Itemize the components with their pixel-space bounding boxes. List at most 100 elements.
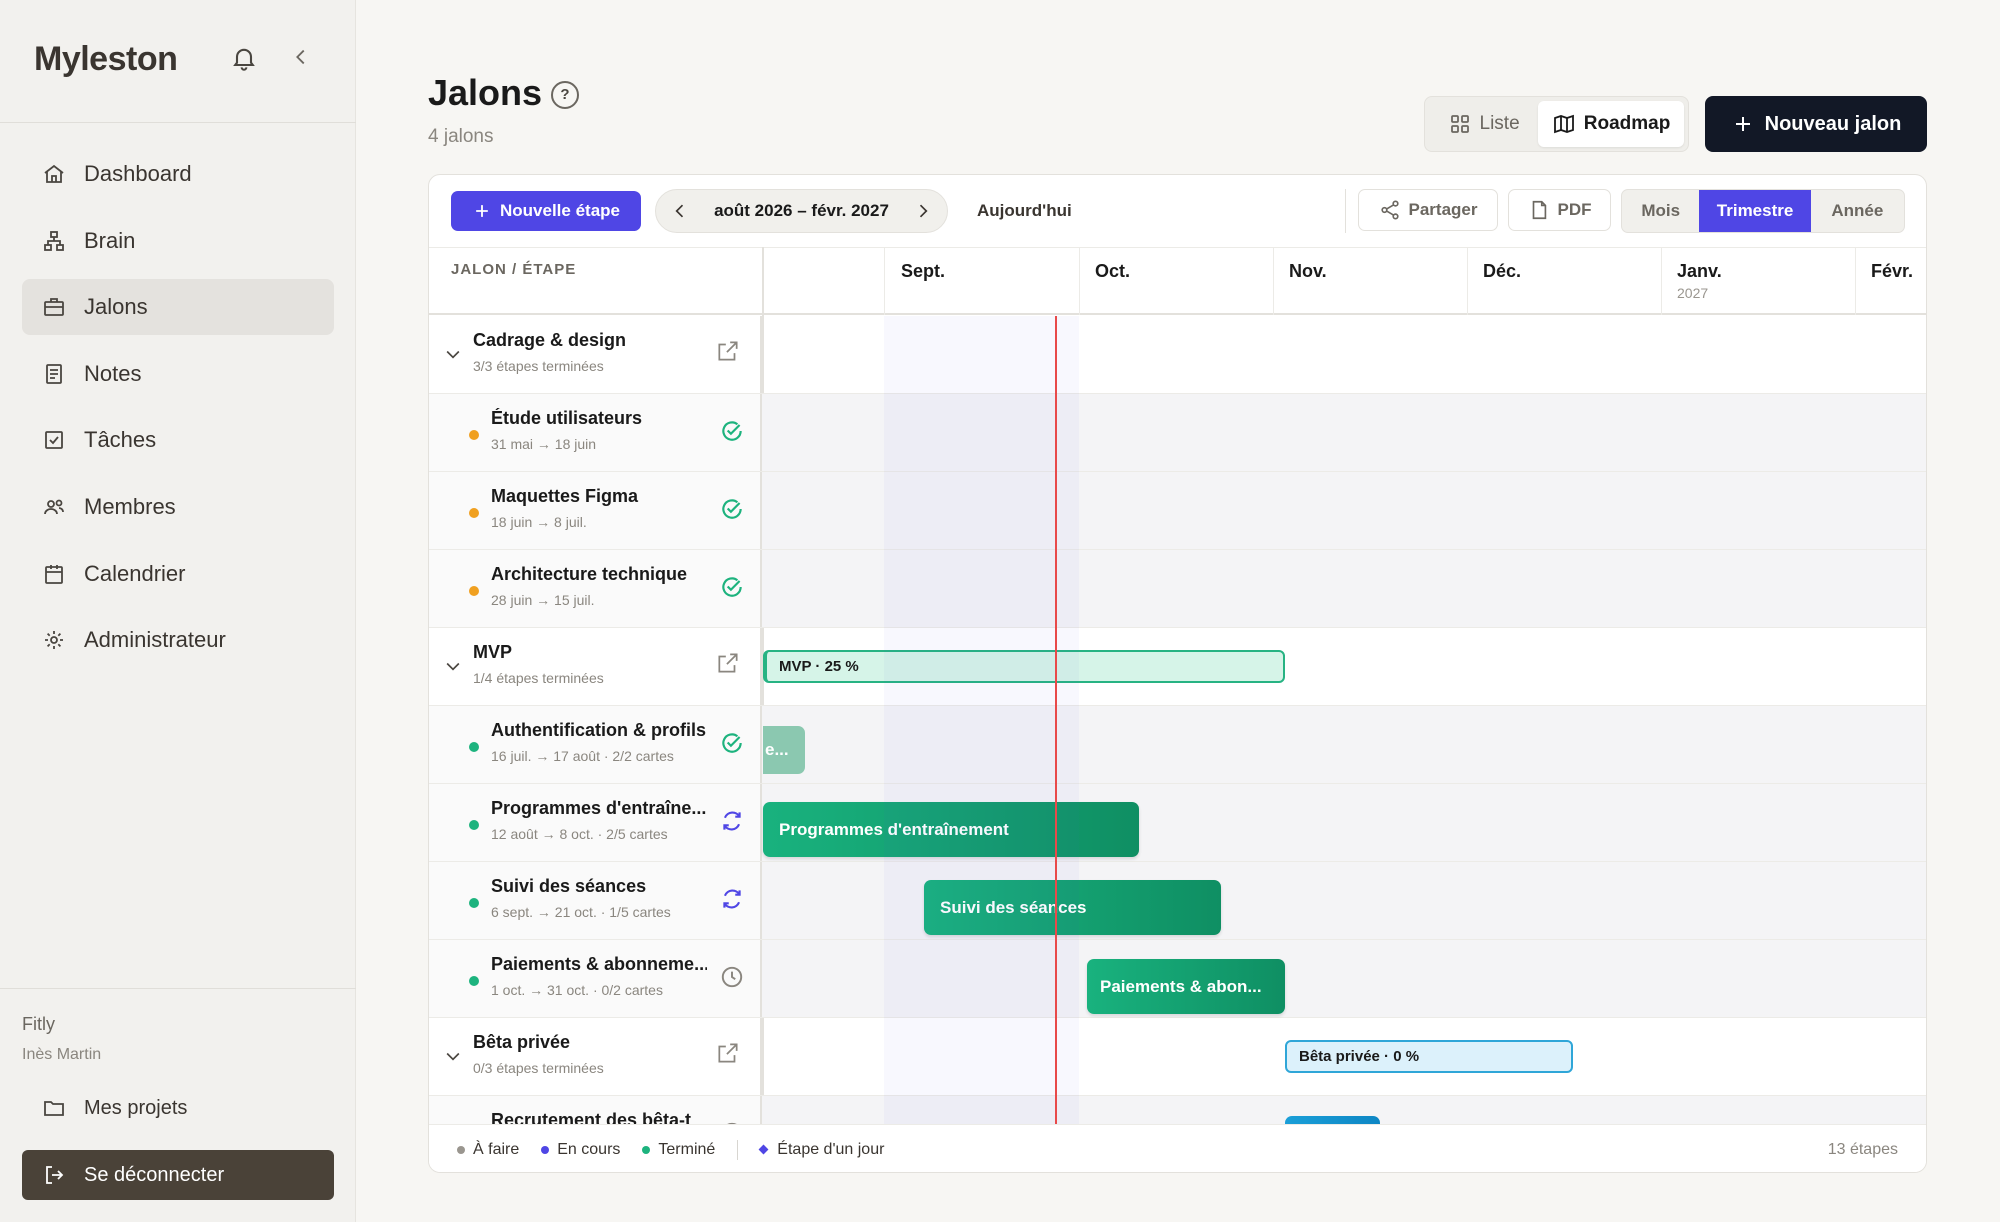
folder-icon [44, 1101, 64, 1116]
diamond-icon [758, 1144, 769, 1155]
row-label-cell: Suivi des séances 6 sept. → 21 oct. · 1/… [429, 862, 762, 939]
view-roadmap-label: Roadmap [1583, 113, 1671, 134]
sidebar-item-label: Dashboard [84, 161, 192, 186]
step-bar-paiements[interactable]: Paiements & abon... [1087, 959, 1285, 1014]
step-bar-programmes[interactable]: Programmes d'entraînement [763, 802, 1139, 857]
group-row[interactable]: Cadrage & design 3/3 étapes terminées [429, 316, 1926, 394]
pdf-button[interactable]: PDF [1508, 189, 1611, 231]
chevron-right-icon[interactable] [913, 201, 933, 221]
row-label-cell: Bêta privée 0/3 étapes terminées [429, 1018, 762, 1095]
sidebar-nav: Dashboard Brain Jalons Notes Tâches Memb… [22, 146, 334, 679]
calendar-icon [45, 564, 63, 584]
my-projects-link[interactable]: Mes projets [22, 1080, 334, 1136]
milestone-bar-beta[interactable]: Bêta privée · 0 % [1285, 1040, 1573, 1073]
briefcase-icon [44, 298, 64, 317]
step-row[interactable]: Programmes d'entraîne... 12 août → 8 oct… [429, 784, 1926, 862]
view-list-button[interactable]: Liste [1429, 101, 1538, 147]
status-dot [469, 976, 479, 986]
group-progress: 0/3 étapes terminées [473, 1060, 604, 1076]
bell-icon[interactable] [230, 44, 258, 72]
row-label-cell: Recrutement des bêta-t [429, 1096, 762, 1124]
scale-month-button[interactable]: Mois [1622, 190, 1699, 232]
external-link-icon[interactable] [715, 650, 741, 676]
sidebar-item-dashboard[interactable]: Dashboard [22, 146, 334, 202]
sidebar-divider [0, 122, 356, 123]
new-step-button[interactable]: Nouvelle étape [451, 191, 641, 231]
chevron-down-icon[interactable] [443, 1046, 463, 1066]
legend-label: À faire [473, 1140, 520, 1158]
sidebar-item-calendrier[interactable]: Calendrier [22, 546, 334, 602]
chevron-down-icon[interactable] [443, 656, 463, 676]
gear-icon [45, 631, 63, 650]
plus-icon [1735, 117, 1750, 131]
network-icon [44, 230, 64, 251]
sidebar-item-jalons[interactable]: Jalons [22, 279, 334, 336]
month-divider [1855, 247, 1856, 315]
status-dot [469, 742, 479, 752]
row-label-cell: Maquettes Figma 18 juin → 8 juil. [429, 472, 762, 549]
check-circle-icon [722, 499, 742, 519]
step-title: Paiements & abonneme... [491, 954, 707, 974]
step-title: Programmes d'entraîne... [491, 798, 707, 818]
my-projects-label: Mes projets [84, 1096, 188, 1119]
group-title: Bêta privée [473, 1032, 571, 1052]
month-label: Nov. [1289, 261, 1327, 281]
sidebar: Myleston Dashboard Brain Jalons Notes Tâ… [0, 0, 356, 1222]
sidebar-item-label: Calendrier [84, 560, 186, 586]
month-label: Sept. [901, 261, 946, 281]
step-title: Suivi des séances [491, 876, 647, 896]
roadmap-toolbar: Nouvelle étape août 2026 – févr. 2027 Au… [429, 175, 1926, 247]
step-bar-authentification[interactable]: e... [763, 726, 805, 774]
sidebar-item-notes[interactable]: Notes [22, 346, 334, 402]
chevron-left-icon[interactable] [670, 201, 690, 221]
help-icon[interactable]: ? [551, 81, 579, 109]
timeline-rows: Cadrage & design 3/3 étapes terminées Ét… [429, 316, 1926, 1124]
step-bar-recrutement[interactable] [1285, 1116, 1380, 1124]
step-title: Maquettes Figma [491, 486, 639, 506]
sidebar-item-label: Brain [84, 227, 136, 253]
check-circle-icon [722, 733, 742, 753]
share-button[interactable]: Partager [1358, 189, 1498, 231]
logout-button[interactable]: Se déconnecter [22, 1150, 334, 1200]
sidebar-item-administrateur[interactable]: Administrateur [22, 612, 334, 668]
roadmap-card: Nouvelle étape août 2026 – févr. 2027 Au… [428, 174, 1927, 1173]
step-dates: 31 mai → 18 juin [491, 436, 597, 452]
share-label: Partager [1408, 200, 1478, 219]
month-divider [884, 247, 885, 315]
external-link-icon[interactable] [715, 1040, 741, 1066]
legend-label: Terminé [658, 1140, 716, 1158]
sidebar-item-taches[interactable]: Tâches [22, 412, 334, 468]
sidebar-item-membres[interactable]: Membres [22, 479, 334, 535]
sidebar-item-label: Jalons [84, 294, 148, 320]
step-row[interactable]: Authentification & profils 16 juil. → 17… [429, 706, 1926, 784]
new-milestone-button[interactable]: Nouveau jalon [1705, 96, 1927, 152]
users-icon [44, 499, 64, 515]
view-toggle: Liste Roadmap [1424, 96, 1689, 152]
step-bar-suivi[interactable]: Suivi des séances [924, 880, 1221, 935]
external-link-icon[interactable] [715, 338, 741, 364]
grid-icon [1450, 115, 1469, 133]
refresh-icon [723, 889, 741, 909]
month-label: Févr. [1871, 261, 1914, 281]
step-row[interactable]: Recrutement des bêta-t [429, 1096, 1926, 1124]
scale-year-button[interactable]: Année [1811, 190, 1904, 232]
legend-dot [457, 1145, 465, 1154]
sidebar-item-brain[interactable]: Brain [22, 213, 334, 269]
step-row[interactable]: Architecture technique 28 juin → 15 juil… [429, 550, 1926, 628]
step-row[interactable]: Maquettes Figma 18 juin → 8 juil. [429, 472, 1926, 550]
row-label-cell: Étude utilisateurs 31 mai → 18 juin [429, 394, 762, 471]
sidebar-item-label: Membres [84, 493, 176, 519]
today-button[interactable]: Aujourd'hui [977, 201, 1072, 221]
view-roadmap-button[interactable]: Roadmap [1538, 101, 1684, 147]
year-label: 2027 [1677, 285, 1709, 301]
pdf-file-icon [1532, 200, 1546, 220]
step-row[interactable]: Étude utilisateurs 31 mai → 18 juin [429, 394, 1926, 472]
milestone-bar-mvp[interactable]: MVP · 25 % [763, 650, 1285, 683]
collapse-sidebar-icon[interactable] [290, 46, 312, 68]
checkbox-icon [45, 431, 63, 450]
chevron-down-icon[interactable] [443, 344, 463, 364]
row-label-cell: MVP 1/4 étapes terminées [429, 628, 762, 705]
month-divider [1079, 247, 1080, 315]
scale-quarter-button[interactable]: Trimestre [1699, 190, 1811, 232]
group-row[interactable]: Bêta privée 0/3 étapes terminées [429, 1018, 1926, 1096]
